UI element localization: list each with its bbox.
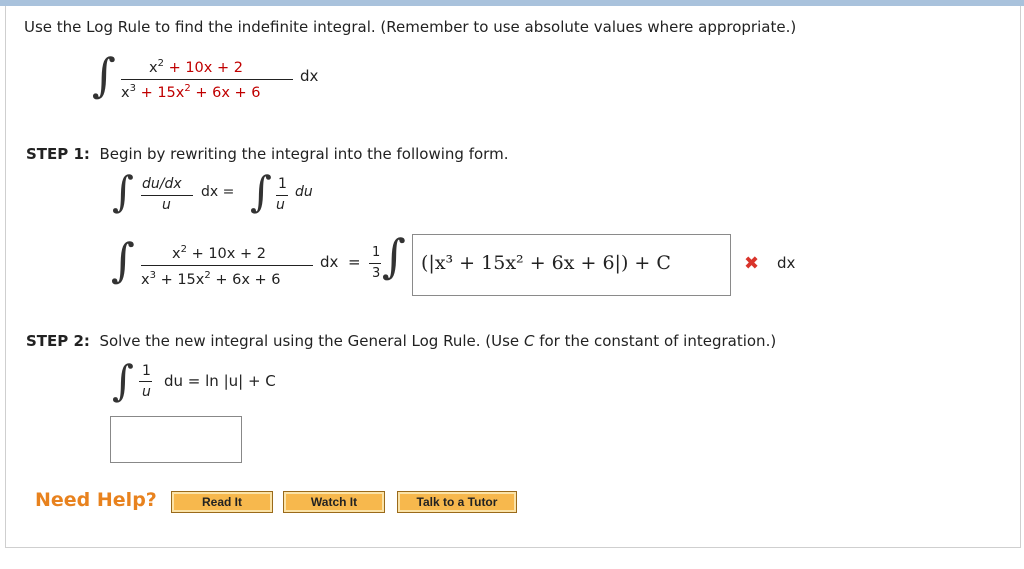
coef-denominator: 3 — [372, 266, 381, 281]
coef-bar — [369, 263, 381, 264]
main-fraction-bar — [121, 79, 293, 80]
x-mark-icon: ✖ — [744, 253, 760, 274]
step1-denominator: x3 + 15x2 + 6x + 6 — [141, 270, 281, 288]
form-dx: dx = — [201, 184, 235, 200]
watch-it-button[interactable]: Watch It — [283, 491, 385, 513]
need-help-label: Need Help? — [35, 489, 157, 511]
talk-to-tutor-button[interactable]: Talk to a Tutor — [397, 491, 517, 513]
step2-one: 1 — [142, 363, 151, 379]
main-denominator: x3 + 15x2 + 6x + 6 — [121, 83, 261, 101]
step2-integral-sign: ∫ — [112, 356, 134, 405]
main-numerator: x2 + 10x + 2 — [149, 58, 243, 76]
form-one: 1 — [278, 176, 287, 192]
form-integral-sign-2: ∫ — [250, 167, 272, 216]
step1-dx-equals: dx = — [320, 253, 361, 271]
step2-bar — [139, 381, 152, 382]
coef-numerator: 1 — [372, 245, 381, 260]
step1-heading: STEP 1: Begin by rewriting the integral … — [26, 145, 509, 163]
step1-fraction-bar — [141, 265, 313, 266]
integral-sign: ∫ — [92, 48, 116, 102]
step1-answer-box[interactable]: (|x³ + 15x² + 6x + 6|) + C — [412, 234, 731, 296]
form-denominator: u — [162, 197, 171, 213]
step2-heading: STEP 2: Solve the new integral using the… — [26, 332, 777, 350]
step1-trailing-dx: dx — [777, 254, 796, 272]
form-numerator: du/dx — [142, 176, 182, 192]
main-dx: dx — [300, 67, 319, 85]
step2-rhs: du = ln |u| + C — [164, 372, 276, 390]
step1-numerator: x2 + 10x + 2 — [172, 244, 266, 262]
form-du: du — [295, 184, 313, 200]
form-one-bar — [276, 195, 288, 196]
step2-u: u — [142, 384, 151, 400]
step1-integral-sign: ∫ — [111, 233, 135, 287]
step1-answer-expression: (|x³ + 15x² + 6x + 6|) + C — [421, 252, 671, 274]
read-it-button[interactable]: Read It — [171, 491, 273, 513]
form-u: u — [276, 197, 285, 213]
step1-integral-sign-2: ∫ — [382, 229, 406, 283]
step2-answer-input[interactable] — [110, 416, 242, 463]
form-fraction-bar — [141, 195, 193, 196]
question-text: Use the Log Rule to find the indefinite … — [24, 18, 797, 36]
form-integral-sign: ∫ — [112, 167, 134, 216]
